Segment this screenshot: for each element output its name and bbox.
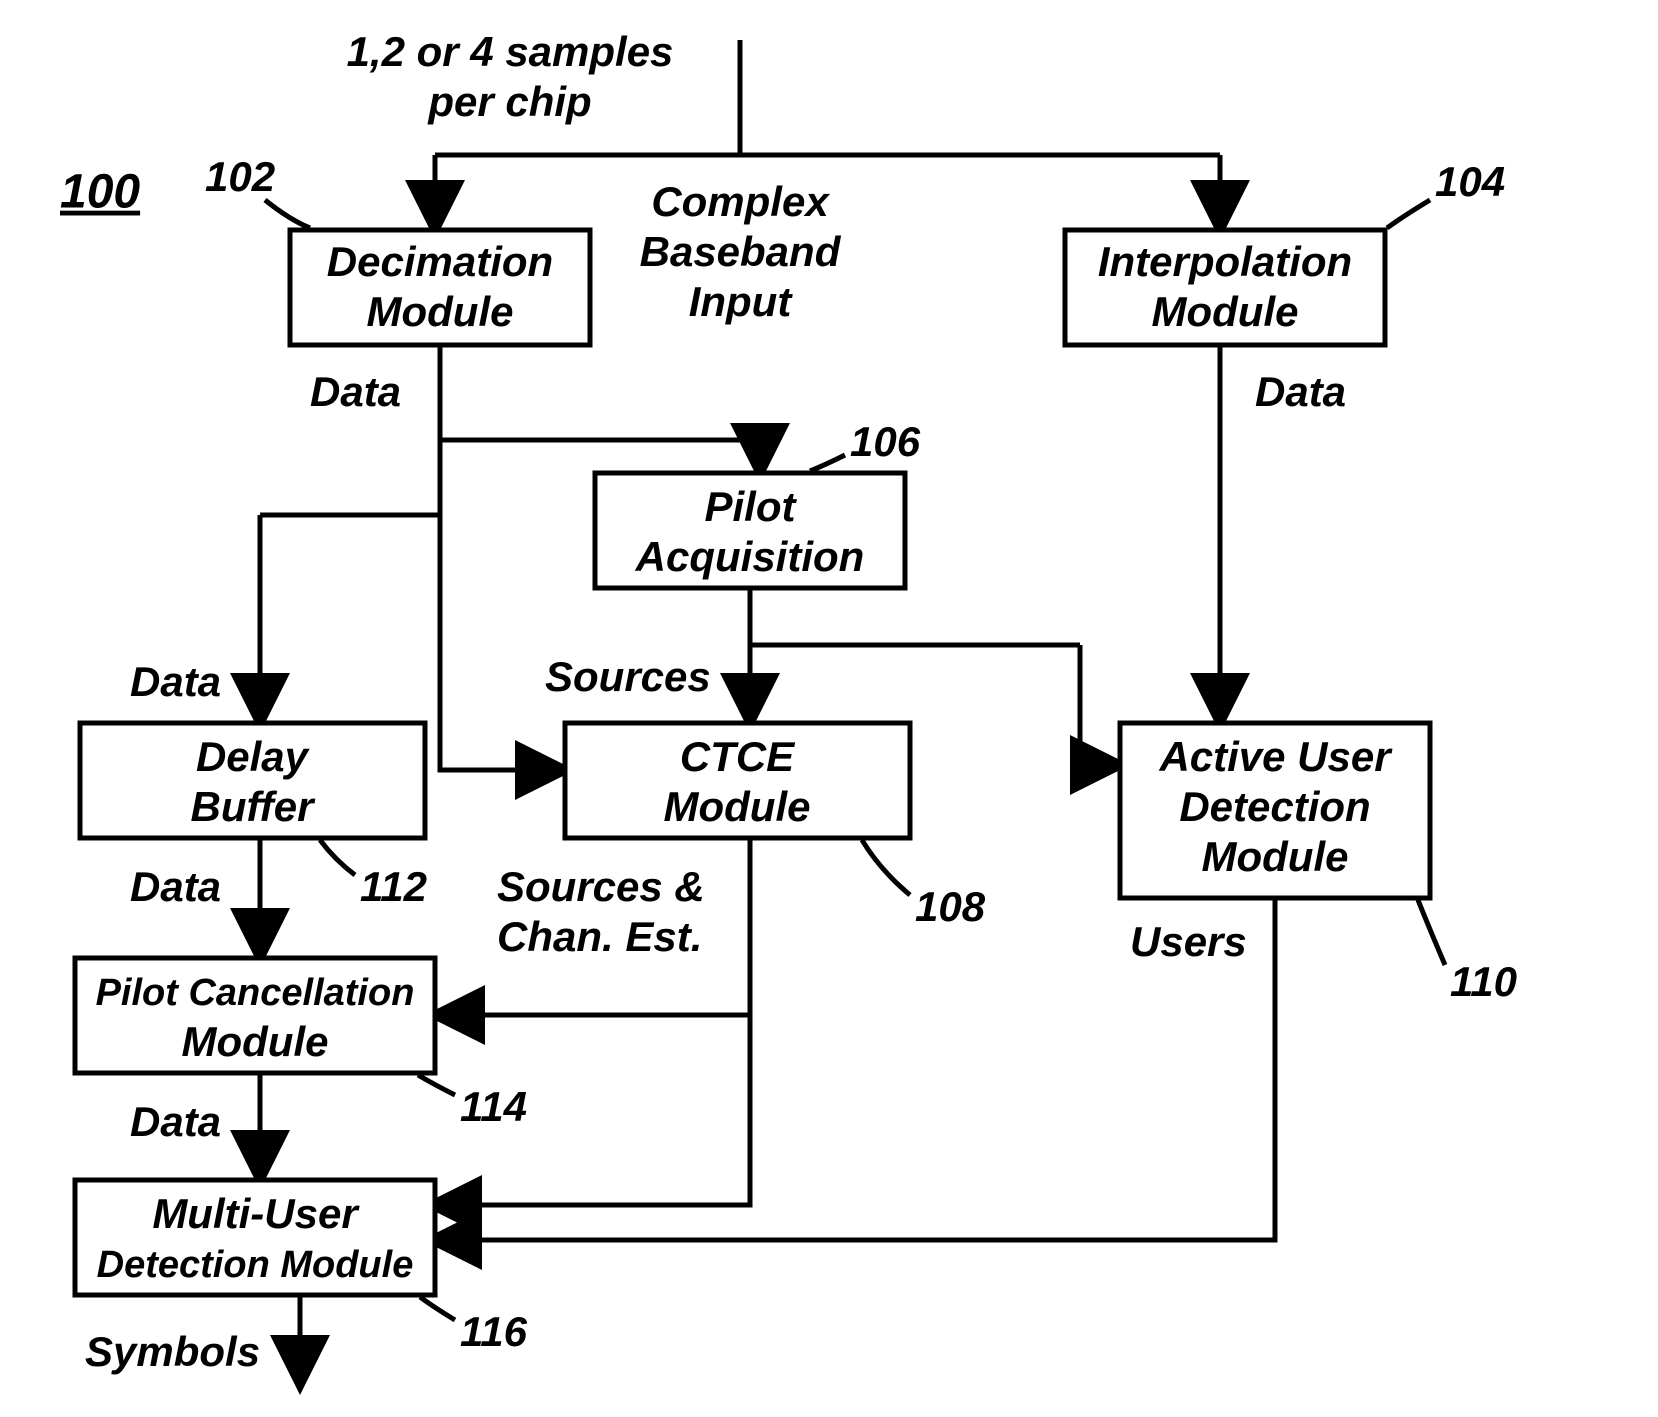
ref-102: 102 (205, 153, 275, 200)
ref-112: 112 (360, 863, 427, 910)
interpolation-line2: Module (1152, 288, 1299, 335)
multi-user-detection-block: Multi-User Detection Module (75, 1180, 435, 1295)
delay-buffer-block: Delay Buffer (80, 723, 425, 838)
decimation-module-block: Decimation Module (290, 230, 590, 345)
ctce-out-label2: Chan. Est. (497, 913, 702, 960)
top-label-line2: per chip (427, 78, 591, 125)
ctce-line1: CTCE (680, 733, 796, 780)
ref-114: 114 (460, 1083, 527, 1130)
activeuser-line3: Module (1202, 833, 1349, 880)
pilot-acquisition-block: Pilot Acquisition (595, 473, 905, 588)
decimation-line1: Decimation (327, 238, 553, 285)
multiuser-line1: Multi-User (152, 1190, 360, 1237)
ref-106: 106 (850, 418, 921, 465)
pilotacq-line1: Pilot (705, 483, 798, 530)
multiuser-line2: Detection Module (97, 1244, 414, 1286)
pilotacq-out-label: Sources (545, 653, 711, 700)
delaybuffer-out-label: Data (130, 863, 221, 910)
delaybuffer-line2: Buffer (191, 783, 317, 830)
activeuser-line2: Detection (1179, 783, 1370, 830)
ref-110: 110 (1450, 958, 1517, 1005)
interpolation-module-block: Interpolation Module (1065, 230, 1385, 345)
ref-104: 104 (1435, 158, 1505, 205)
multiuser-out-label: Symbols (85, 1328, 260, 1375)
ctce-module-block: CTCE Module (565, 723, 910, 838)
activeuser-out-label: Users (1130, 918, 1247, 965)
top-label-line1: 1,2 or 4 samples (347, 28, 674, 75)
activeuser-line1: Active User (1158, 733, 1393, 780)
pilotcancel-line1: Pilot Cancellation (96, 972, 415, 1014)
delaybuffer-in-label: Data (130, 658, 221, 705)
ctce-out-label1: Sources & (497, 863, 705, 910)
center-label-3: Input (689, 278, 794, 325)
block-diagram: 100 1,2 or 4 samples per chip Complex Ba… (0, 0, 1658, 1417)
delaybuffer-line1: Delay (196, 733, 311, 780)
ref-108: 108 (915, 883, 986, 930)
pilotacq-line2: Acquisition (635, 533, 865, 580)
active-user-detection-block: Active User Detection Module (1120, 723, 1430, 898)
pilot-cancellation-block: Pilot Cancellation Module (75, 958, 435, 1073)
figure-number: 100 (60, 166, 140, 219)
ref-116: 116 (460, 1308, 528, 1355)
interpolation-line1: Interpolation (1098, 238, 1352, 285)
decimation-out-label: Data (310, 368, 401, 415)
pilotcancel-line2: Module (182, 1018, 329, 1065)
ctce-line2: Module (664, 783, 811, 830)
center-label-2: Baseband (640, 228, 842, 275)
center-label-1: Complex (651, 178, 830, 225)
decimation-line2: Module (367, 288, 514, 335)
pilotcancel-out-label: Data (130, 1098, 221, 1145)
interpolation-out-label: Data (1255, 368, 1346, 415)
